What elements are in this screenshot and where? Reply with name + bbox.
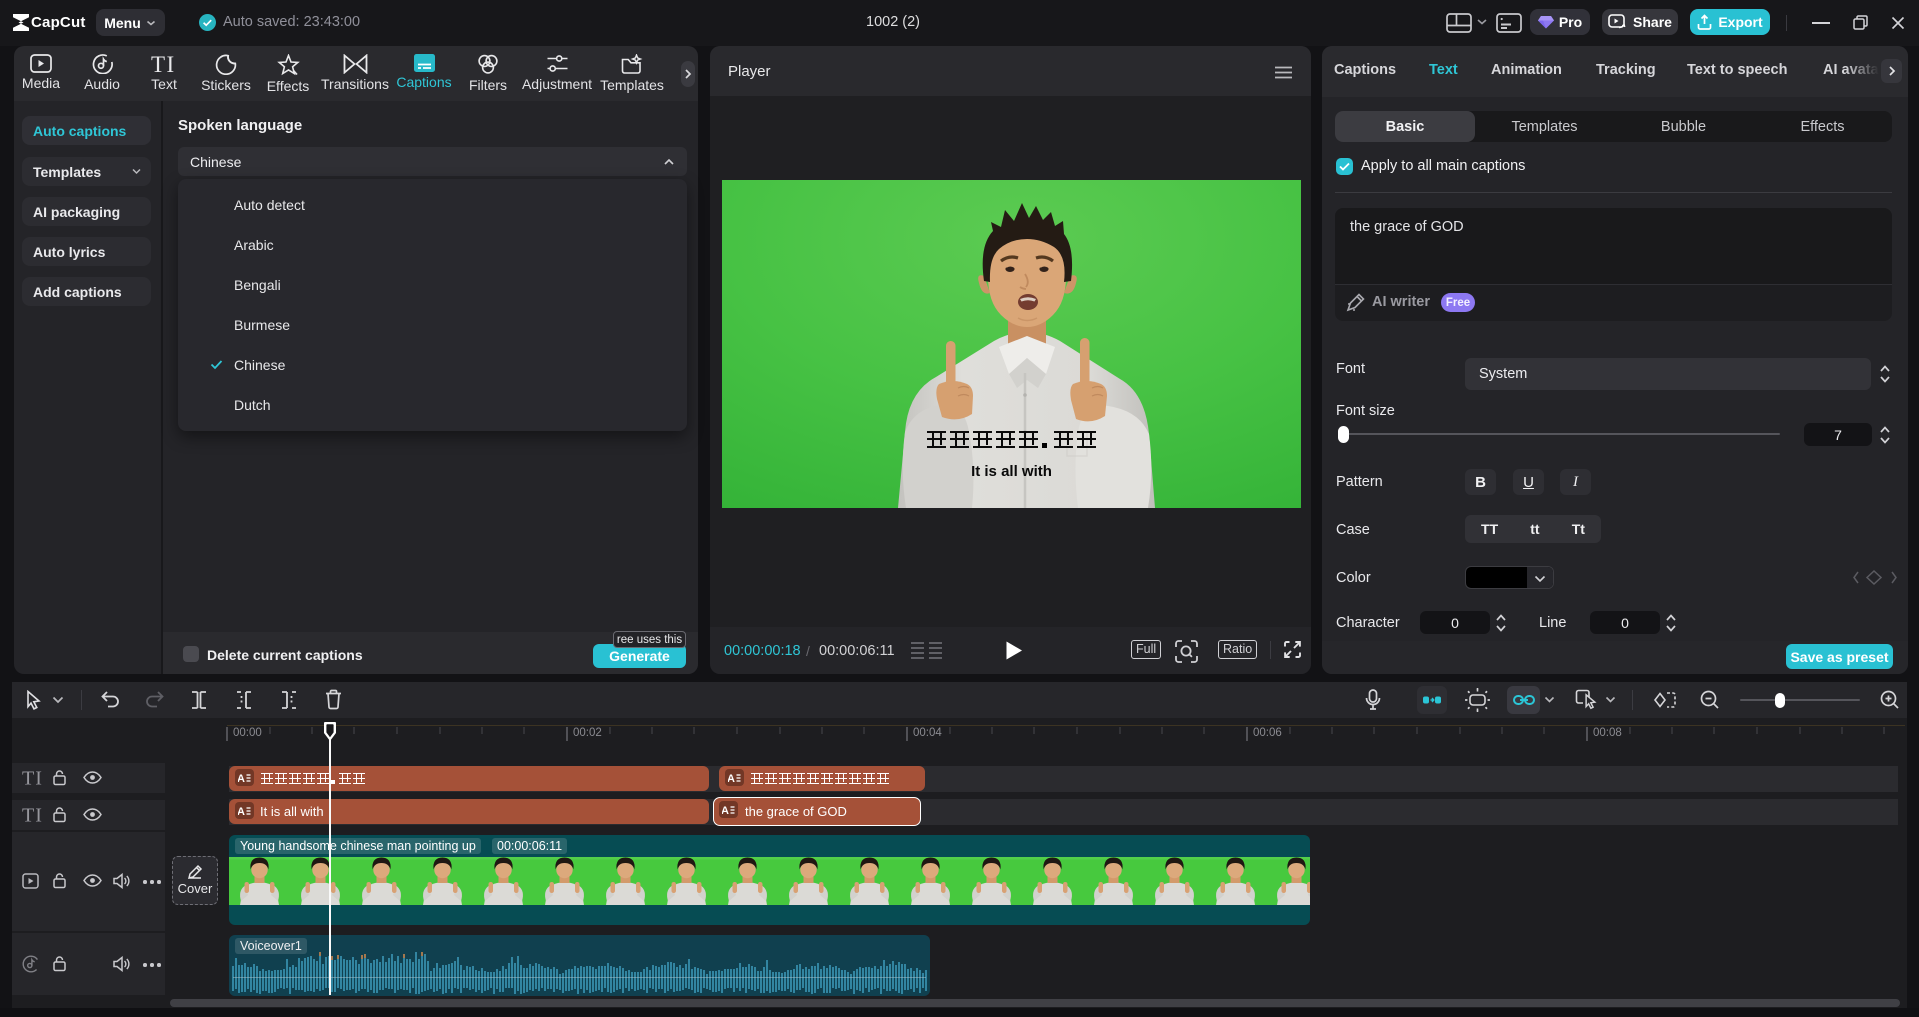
svg-text:A: A (238, 773, 245, 783)
svg-text:TI: TI (151, 54, 176, 74)
svg-text:A: A (722, 805, 729, 815)
svg-text:A: A (728, 773, 735, 783)
svg-text:TI: TI (22, 806, 42, 824)
svg-text:TI: TI (22, 769, 42, 787)
svg-text:A: A (238, 806, 245, 816)
